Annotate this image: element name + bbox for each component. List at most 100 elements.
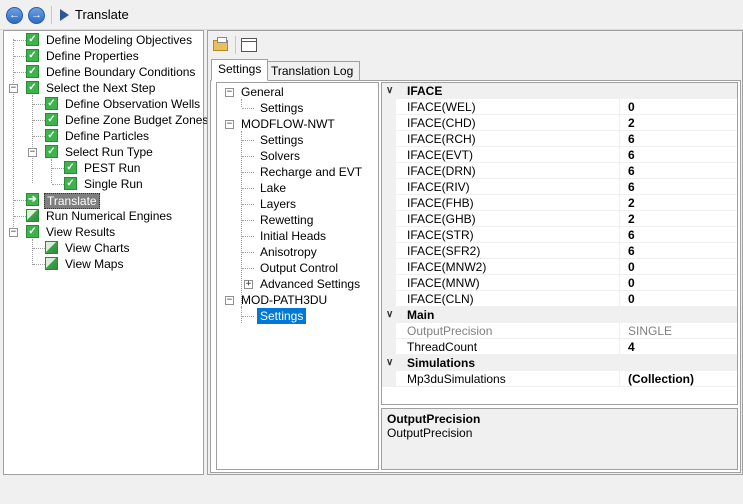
collapse-chevron-icon[interactable]: ∨ xyxy=(386,307,393,323)
workflow-tree[interactable]: ✓ Define Modeling Objectives ✓ Define Pr… xyxy=(3,30,208,475)
workflow-item-define-properties[interactable]: ✓ Define Properties xyxy=(4,48,203,64)
workflow-item-single-run[interactable]: ✓ Single Run xyxy=(4,176,203,192)
collapse-toggle-icon[interactable]: − xyxy=(28,148,37,157)
property-row[interactable]: IFACE(SFR2) 6 xyxy=(382,243,737,259)
settings-node-recharge-evt[interactable]: Recharge and EVT xyxy=(217,164,377,180)
workflow-item-label: Define Properties xyxy=(46,49,139,63)
window-icon[interactable] xyxy=(241,38,257,52)
settings-node-label: Anisotropy xyxy=(260,245,317,259)
property-row[interactable]: IFACE(STR) 6 xyxy=(382,227,737,243)
workflow-item-label: Define Observation Wells xyxy=(65,97,201,111)
settings-node-mod-path3du[interactable]: − MOD-PATH3DU xyxy=(217,292,377,308)
settings-node-label: Settings xyxy=(260,133,304,147)
workflow-item-label: PEST Run xyxy=(84,161,141,175)
property-row[interactable]: IFACE(CHD) 2 xyxy=(382,115,737,131)
title-bar: ← → Translate xyxy=(0,0,743,30)
workflow-item-define-observation-wells[interactable]: ✓ Define Observation Wells xyxy=(4,96,203,112)
open-folder-icon[interactable] xyxy=(213,37,230,52)
property-row[interactable]: IFACE(EVT) 6 xyxy=(382,147,737,163)
settings-node-mp3du-settings[interactable]: Settings xyxy=(217,308,377,324)
property-row[interactable]: IFACE(DRN) 6 xyxy=(382,163,737,179)
settings-node-modflow-settings[interactable]: Settings xyxy=(217,132,377,148)
workflow-item-define-boundary-conditions[interactable]: ✓ Define Boundary Conditions xyxy=(4,64,203,80)
title-separator xyxy=(51,6,52,24)
workflow-item-label: Define Particles xyxy=(65,129,150,143)
workflow-item-label: Select the Next Step xyxy=(46,81,156,95)
settings-node-label: Initial Heads xyxy=(260,229,327,243)
category-simulations[interactable]: ∨ Simulations xyxy=(382,355,737,371)
collapse-toggle-icon[interactable]: − xyxy=(9,84,18,93)
property-row[interactable]: IFACE(MNW2) 0 xyxy=(382,259,737,275)
property-row[interactable]: IFACE(RIV) 6 xyxy=(382,179,737,195)
workflow-item-run-numerical-engines[interactable]: Run Numerical Engines xyxy=(4,208,203,224)
check-icon: ✓ xyxy=(64,177,77,190)
expand-toggle-icon[interactable]: + xyxy=(244,280,253,289)
description-text: OutputPrecision xyxy=(387,426,473,440)
workflow-item-label: Select Run Type xyxy=(65,145,153,159)
property-row[interactable]: IFACE(MNW) 0 xyxy=(382,275,737,291)
property-row[interactable]: IFACE(FHB) 2 xyxy=(382,195,737,211)
property-row[interactable]: OutputPrecision SINGLE xyxy=(382,323,737,339)
check-icon: ✓ xyxy=(26,225,39,238)
settings-node-layers[interactable]: Layers xyxy=(217,196,377,212)
collapse-chevron-icon[interactable]: ∨ xyxy=(386,83,393,99)
property-row[interactable]: Mp3duSimulations (Collection) xyxy=(382,371,737,387)
workflow-item-label: Define Modeling Objectives xyxy=(46,33,193,47)
description-title: OutputPrecision xyxy=(387,412,481,426)
property-row[interactable]: IFACE(GHB) 2 xyxy=(382,211,737,227)
workflow-item-pest-run[interactable]: ✓ PEST Run xyxy=(4,160,203,176)
settings-node-initial-heads[interactable]: Initial Heads xyxy=(217,228,377,244)
check-icon: ✓ xyxy=(26,49,39,62)
settings-node-general-settings[interactable]: Settings xyxy=(217,100,377,116)
check-icon: ✓ xyxy=(26,81,39,94)
settings-node-label: Recharge and EVT xyxy=(260,165,363,179)
workflow-item-select-next-step[interactable]: − ✓ Select the Next Step xyxy=(4,80,203,96)
settings-node-general[interactable]: − General xyxy=(217,84,377,100)
settings-node-advanced-settings[interactable]: + Advanced Settings xyxy=(217,276,377,292)
settings-node-output-control[interactable]: Output Control xyxy=(217,260,377,276)
settings-node-anisotropy[interactable]: Anisotropy xyxy=(217,244,377,260)
tab-settings[interactable]: Settings xyxy=(211,59,269,81)
settings-tree[interactable]: − General Settings − MODFLOW-NWT Setting… xyxy=(216,82,379,470)
settings-node-label: Advanced Settings xyxy=(260,277,361,291)
property-row[interactable]: ThreadCount 4 xyxy=(382,339,737,355)
category-iface[interactable]: ∨ IFACE xyxy=(382,83,737,99)
workflow-item-view-results[interactable]: − ✓ View Results xyxy=(4,224,203,240)
settings-node-lake[interactable]: Lake xyxy=(217,180,377,196)
property-row[interactable]: IFACE(RCH) 6 xyxy=(382,131,737,147)
workflow-item-label: View Charts xyxy=(65,241,130,255)
status-bar xyxy=(0,478,743,504)
window-title: Translate xyxy=(75,7,129,22)
back-arrow-icon[interactable]: ← xyxy=(6,7,23,24)
play-icon xyxy=(60,9,69,21)
workflow-item-label: Translate xyxy=(44,193,100,209)
workflow-item-label: View Results xyxy=(46,225,116,239)
property-row[interactable]: IFACE(CLN) 0 xyxy=(382,291,737,307)
settings-node-modflow-nwt[interactable]: − MODFLOW-NWT xyxy=(217,116,377,132)
chart-icon xyxy=(45,241,58,254)
workflow-item-define-zone-budget-zones[interactable]: ✓ Define Zone Budget Zones xyxy=(4,112,208,128)
collapse-toggle-icon[interactable]: − xyxy=(225,120,234,129)
workflow-item-view-charts[interactable]: View Charts xyxy=(4,240,203,256)
forward-arrow-icon[interactable]: → xyxy=(28,7,45,24)
settings-tab-body: − General Settings − MODFLOW-NWT Setting… xyxy=(210,80,741,473)
property-row[interactable]: IFACE(WEL) 0 xyxy=(382,99,737,115)
chart-icon xyxy=(45,257,58,270)
workflow-item-define-particles[interactable]: ✓ Define Particles xyxy=(4,128,203,144)
collapse-toggle-icon[interactable]: − xyxy=(225,88,234,97)
workflow-item-select-run-type[interactable]: − ✓ Select Run Type xyxy=(4,144,203,160)
workflow-item-view-maps[interactable]: View Maps xyxy=(4,256,203,272)
toolbar-separator xyxy=(235,36,236,54)
workflow-item-translate[interactable]: ➔ Translate xyxy=(4,192,203,209)
property-grid[interactable]: ∨ IFACE IFACE(WEL) 0 IFACE(CHD) 2 IFACE(RC… xyxy=(381,82,738,405)
category-main[interactable]: ∨ Main xyxy=(382,307,737,323)
settings-node-rewetting[interactable]: Rewetting xyxy=(217,212,377,228)
collapse-chevron-icon[interactable]: ∨ xyxy=(386,355,393,371)
collapse-toggle-icon[interactable]: − xyxy=(9,228,18,237)
workflow-item-define-modeling-objectives[interactable]: ✓ Define Modeling Objectives xyxy=(4,32,203,48)
tab-translation-log[interactable]: Translation Log xyxy=(264,61,361,81)
settings-node-label: Output Control xyxy=(260,261,339,275)
collapse-toggle-icon[interactable]: − xyxy=(225,296,234,305)
workflow-item-label: Define Zone Budget Zones xyxy=(65,113,209,127)
settings-node-solvers[interactable]: Solvers xyxy=(217,148,377,164)
